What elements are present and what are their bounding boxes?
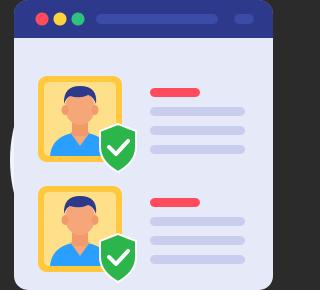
profile-text-line-1 [150,107,245,116]
window-close-dot-icon [35,12,49,26]
menu-pill [234,14,254,24]
illustration-canvas [0,0,273,290]
window-maximize-dot-icon [71,12,85,26]
verified-profiles-illustration [10,0,273,290]
profile-text-line-2 [150,126,245,135]
profile-text-line-1 [150,217,245,226]
window-minimize-dot-icon [53,12,67,26]
address-bar [96,14,218,24]
profile-name-line [150,88,200,97]
profile-text-line-2 [150,236,245,245]
profile-text-line-3 [150,145,245,154]
profile-text-line-3 [150,255,245,264]
profile-name-line [150,198,200,207]
